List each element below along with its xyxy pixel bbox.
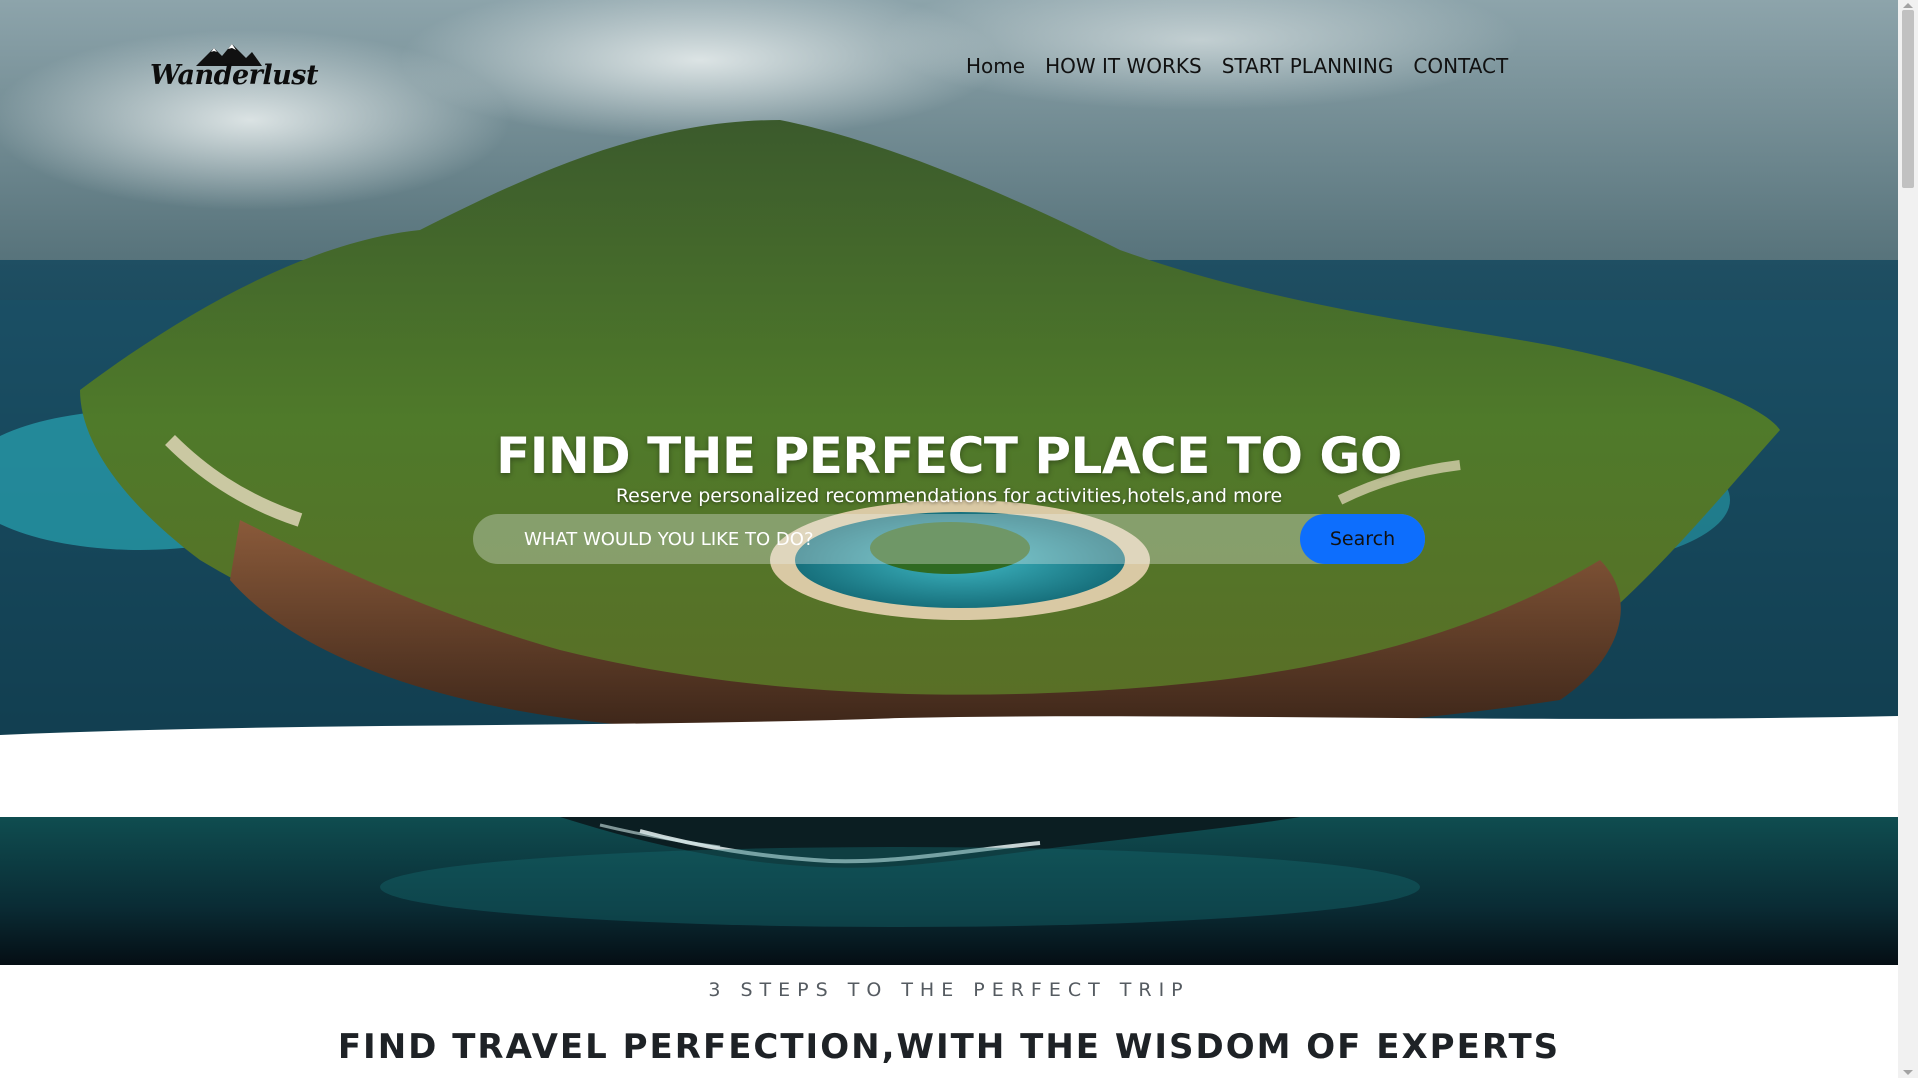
nav-start-planning[interactable]: START PLANNING (1222, 54, 1394, 78)
hero-title: FIND THE PERFECT PLACE TO GO (496, 426, 1402, 485)
search-button[interactable]: Search (1300, 514, 1425, 564)
ocean-banner-image (0, 817, 1898, 965)
wanderlust-logo[interactable]: Wanderlust (150, 42, 318, 98)
nav-contact[interactable]: CONTACT (1413, 54, 1508, 78)
scroll-down-icon[interactable] (1903, 1070, 1913, 1075)
nav-how-it-works[interactable]: HOW IT WORKS (1045, 54, 1202, 78)
steps-heading: FIND TRAVEL PERFECTION,WITH THE WISDOM O… (337, 1027, 1561, 1067)
search-input[interactable] (473, 514, 1293, 564)
nav-home[interactable]: Home (966, 54, 1025, 78)
scroll-up-icon[interactable] (1903, 3, 1913, 8)
logo-text: Wanderlust (150, 60, 318, 91)
hero-section: Wanderlust Home HOW IT WORKS START PLANN… (0, 0, 1898, 760)
search-bar: Search (473, 514, 1425, 564)
main-nav: Home HOW IT WORKS START PLANNING CONTACT (966, 54, 1508, 78)
steps-kicker: 3 STEPS TO THE PERFECT TRIP (708, 979, 1190, 1001)
page-scrollbar[interactable] (1898, 0, 1918, 1078)
scrollbar-thumb[interactable] (1902, 10, 1914, 188)
hero-subtitle: Reserve personalized recommendations for… (615, 485, 1283, 507)
ocean-banner-graphic (0, 817, 1898, 965)
page: Wanderlust Home HOW IT WORKS START PLANN… (0, 0, 1898, 1078)
hero-background-image (0, 0, 1898, 760)
section-divider (0, 745, 1898, 817)
